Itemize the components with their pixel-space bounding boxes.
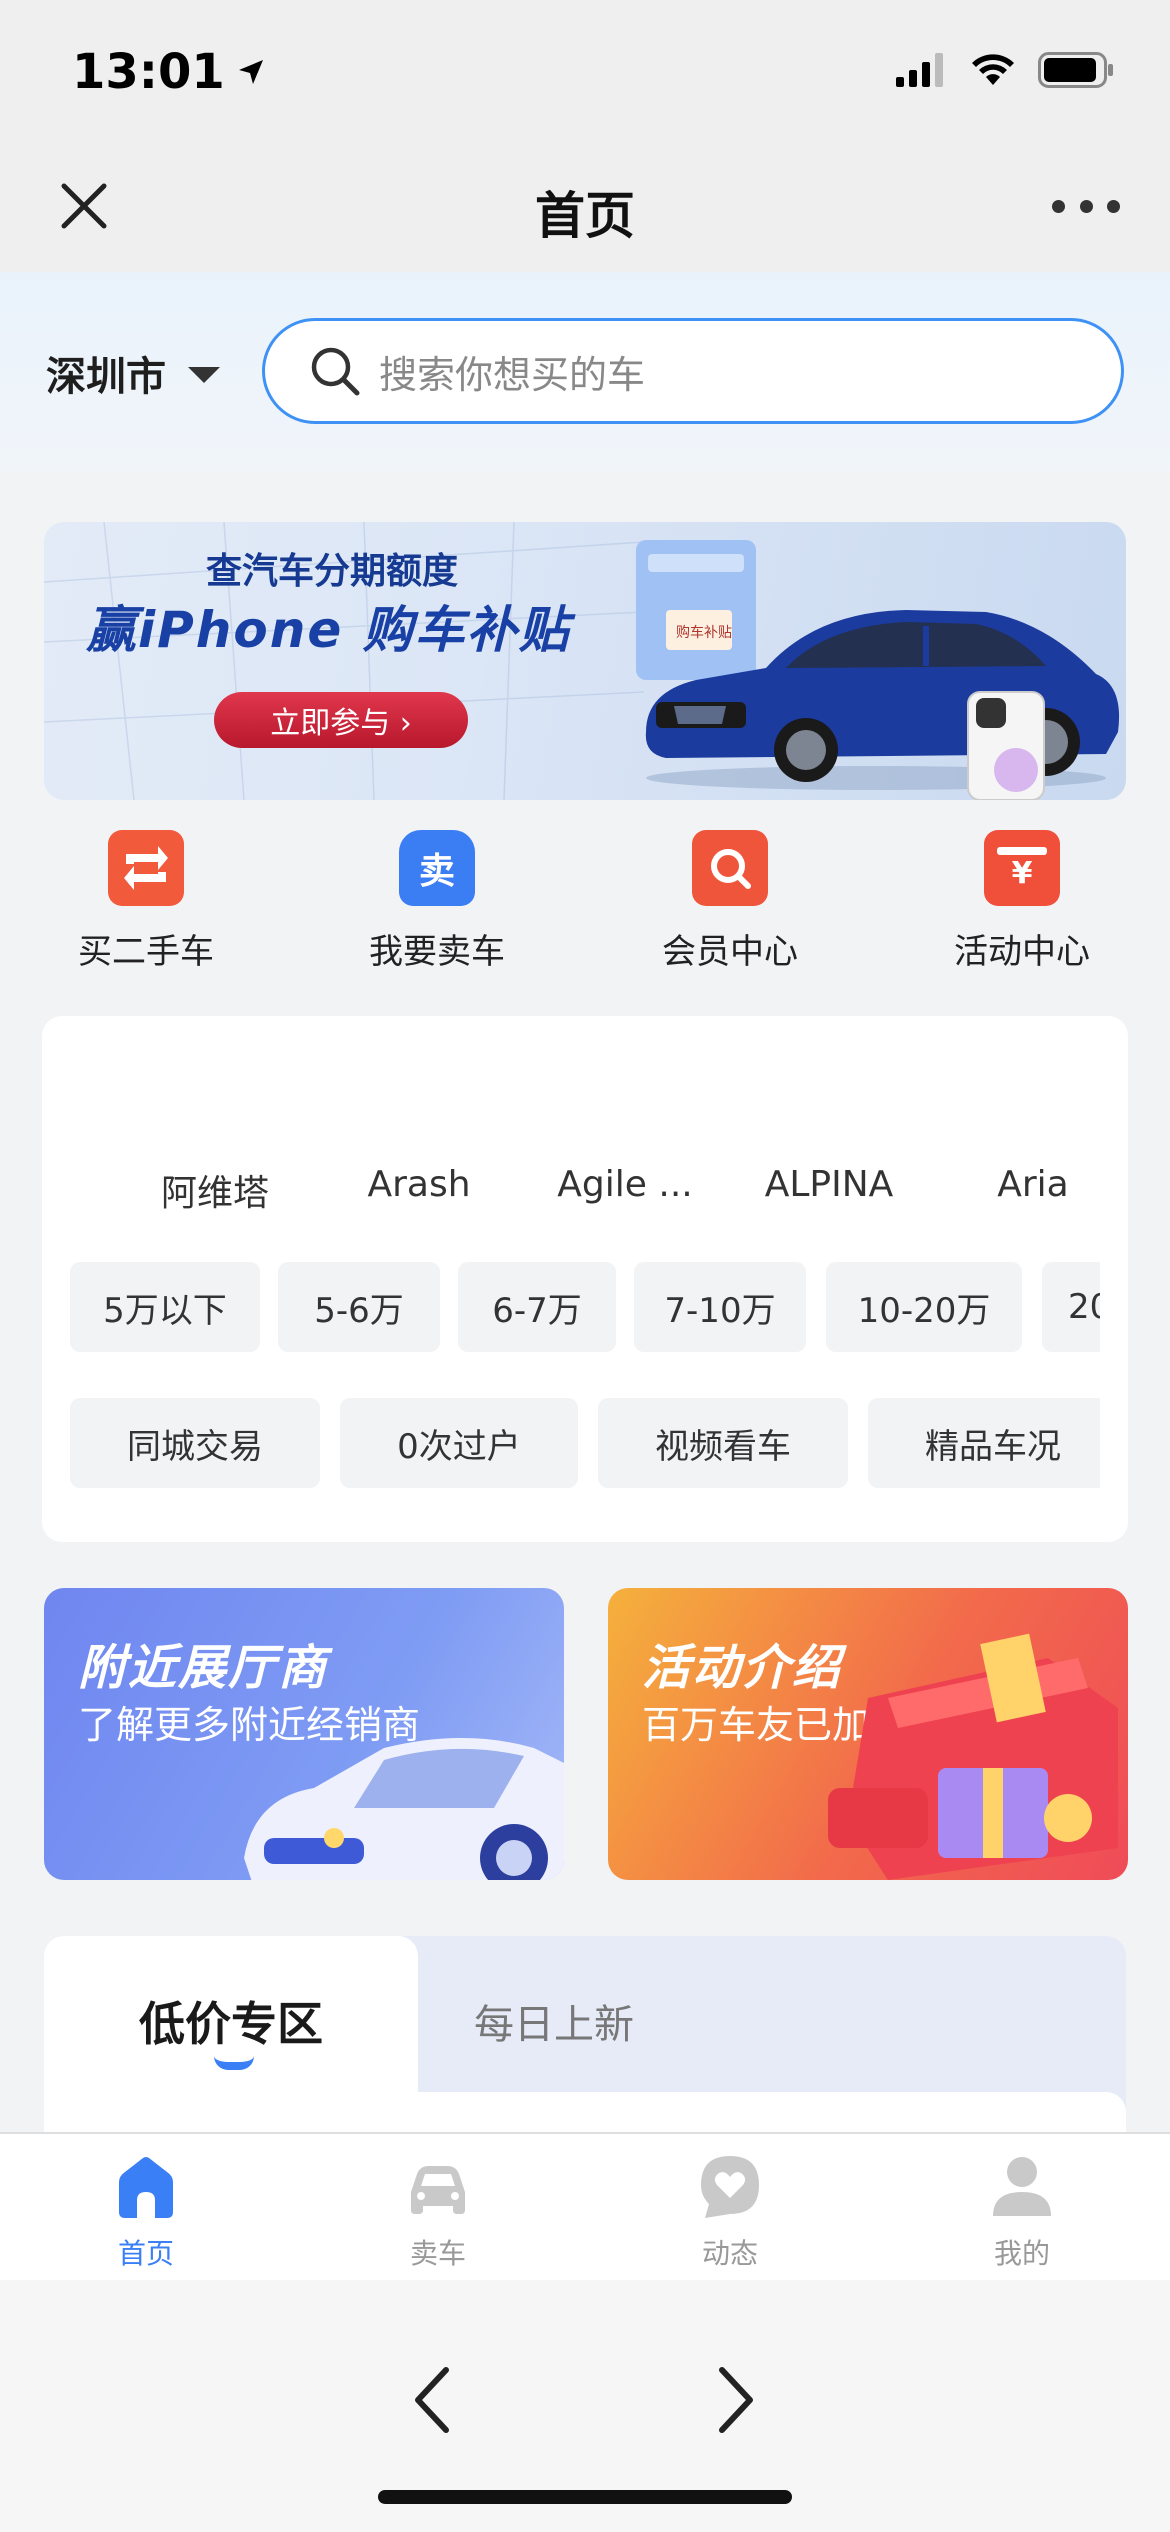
- city-selector[interactable]: 深圳市: [46, 344, 220, 402]
- city-label: 深圳市: [46, 354, 166, 400]
- tabbar-home[interactable]: 首页: [66, 2152, 226, 2272]
- price-chip-row: 5万以下 5-6万 6-7万 7-10万 10-20万 20: [70, 1262, 1100, 1352]
- tabbar-label: 动态: [701, 2237, 758, 2270]
- feature-chip[interactable]: 视频看车: [598, 1398, 848, 1488]
- price-chip[interactable]: 7-10万: [634, 1262, 806, 1352]
- filter-card: 阿维塔 Arash Agile ... ALPINA Aria 5万以下 5-6…: [42, 1016, 1128, 1542]
- feature-chip-row: 同城交易 0次过户 视频看车 精品车况: [70, 1398, 1100, 1488]
- quick-link-label: 活动中心: [954, 932, 1090, 972]
- tabbar-profile[interactable]: 我的: [942, 2152, 1102, 2272]
- price-chip[interactable]: 6-7万: [458, 1262, 616, 1352]
- nav-bar: 首页: [0, 140, 1170, 272]
- bottom-tab-bar: 首页 卖车 动态 我的: [0, 2132, 1170, 2280]
- battery-icon: [1038, 52, 1113, 88]
- wifi-icon: [972, 54, 1014, 85]
- more-options-icon[interactable]: [1052, 198, 1120, 214]
- tabbar-sell-car[interactable]: 卖车: [358, 2152, 518, 2272]
- tabbar-label: 我的: [993, 2237, 1050, 2270]
- feature-chip[interactable]: 0次过户: [340, 1398, 578, 1488]
- sell-icon: 卖: [399, 830, 475, 906]
- tab-daily-new[interactable]: 每日上新: [474, 1992, 634, 2050]
- search-icon: [311, 347, 360, 396]
- search-placeholder: 搜索你想买的车: [379, 352, 646, 397]
- tab-label-active: 低价专区: [139, 1997, 323, 2051]
- signal-icon: [896, 53, 943, 87]
- user-icon: [993, 2157, 1051, 2216]
- iphone-illustration: [967, 691, 1045, 800]
- member-search-icon: [692, 830, 768, 906]
- status-indicators: [896, 52, 1114, 88]
- search-header: 深圳市 搜索你想买的车: [0, 272, 1170, 472]
- car-illustration: [645, 610, 1120, 790]
- search-input[interactable]: 搜索你想买的车: [262, 318, 1124, 424]
- price-chip[interactable]: 5-6万: [278, 1262, 440, 1352]
- brand-item[interactable]: Agile ...: [530, 1164, 720, 1205]
- coupon-glyph: ¥: [1011, 856, 1033, 891]
- tab-indicator: [214, 2056, 254, 2070]
- brand-item[interactable]: ALPINA: [734, 1164, 924, 1205]
- brand-list: 阿维塔 Arash Agile ... ALPINA Aria: [42, 1164, 1128, 1214]
- time-text: 13:01: [72, 44, 225, 100]
- brand-item[interactable]: Arash: [324, 1164, 514, 1205]
- quick-link-label: 买二手车: [78, 932, 214, 972]
- quick-link-activity-center[interactable]: ¥ 活动中心: [912, 830, 1132, 973]
- coupon-icon: ¥: [984, 830, 1060, 906]
- quick-link-sell-car[interactable]: 卖 我要卖车: [327, 830, 547, 973]
- feature-chip[interactable]: 精品车况: [868, 1398, 1100, 1488]
- status-time: 13:01: [72, 44, 267, 100]
- quick-links: 买二手车 卖 我要卖车 会员中心 ¥ 活动中心: [0, 830, 1170, 990]
- chat-heart-icon: [701, 2156, 759, 2218]
- page-title: 首页: [535, 187, 635, 245]
- sell-glyph: 卖: [418, 851, 455, 892]
- brand-item[interactable]: 阿维塔: [120, 1164, 310, 1216]
- tabbar-label: 卖车: [409, 2237, 466, 2270]
- quick-link-buy-used-car[interactable]: 买二手车: [36, 830, 256, 973]
- nearby-dealers-card[interactable]: 附近展厅商 了解更多附近经销商: [44, 1588, 564, 1880]
- forward-arrow-icon[interactable]: [700, 2360, 770, 2440]
- exchange-icon: [108, 830, 184, 906]
- activity-intro-card[interactable]: 活动介绍 百万车友已加入: [608, 1588, 1128, 1880]
- banner-title: 赢iPhone 购车补贴: [86, 601, 571, 659]
- price-chip[interactable]: 5万以下: [70, 1262, 260, 1352]
- quick-link-member-center[interactable]: 会员中心: [620, 830, 840, 973]
- location-arrow-icon: [238, 60, 263, 84]
- tabbar-label: 首页: [117, 2237, 174, 2270]
- brand-item[interactable]: Aria: [938, 1164, 1128, 1205]
- caret-down-icon: [188, 367, 220, 383]
- car-icon: [411, 2166, 465, 2214]
- banner-subtitle: 查汽车分期额度: [206, 551, 459, 592]
- feature-chip[interactable]: 同城交易: [70, 1398, 320, 1488]
- home-indicator: [378, 2490, 792, 2504]
- price-chip[interactable]: 20: [1042, 1262, 1100, 1352]
- price-chip[interactable]: 10-20万: [826, 1262, 1022, 1352]
- promo-banner[interactable]: 查汽车分期额度 赢iPhone 购车补贴 立即参与 › 购车补贴: [44, 522, 1126, 800]
- gift-box-illustration: [828, 1633, 1118, 1880]
- status-bar: 13:01: [0, 0, 1170, 140]
- back-arrow-icon[interactable]: [398, 2360, 468, 2440]
- car-illustration: [244, 1738, 564, 1880]
- join-now-button[interactable]: 立即参与 ›: [214, 692, 468, 748]
- promo-title: 活动介绍: [642, 1640, 843, 1696]
- quick-link-label: 会员中心: [662, 932, 798, 972]
- quick-link-label: 我要卖车: [369, 932, 505, 972]
- home-icon: [119, 2157, 173, 2218]
- tabbar-feed[interactable]: 动态: [650, 2152, 810, 2272]
